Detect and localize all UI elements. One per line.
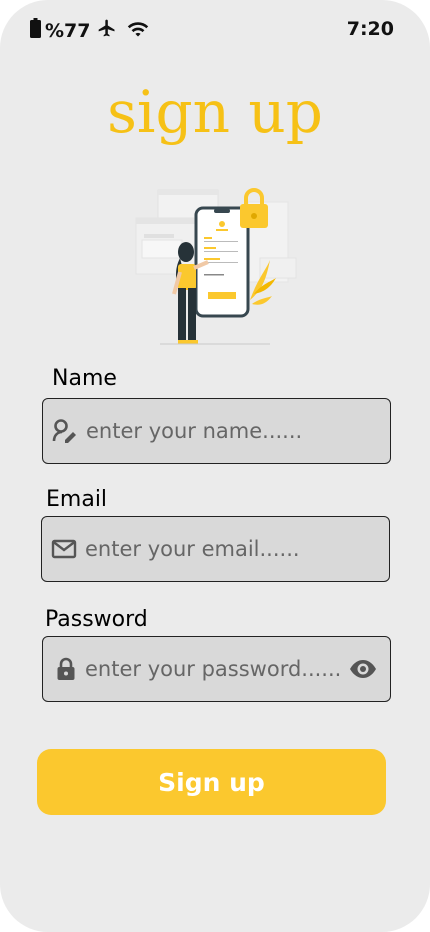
user-edit-icon: [52, 418, 78, 444]
sign-up-button[interactable]: Sign up: [37, 749, 386, 815]
eye-icon[interactable]: [348, 656, 378, 682]
airplane-icon: [96, 18, 118, 43]
page-title: sign up: [107, 78, 323, 146]
email-label: Email: [46, 487, 108, 512]
mail-icon: [51, 536, 77, 562]
signup-illustration: [130, 182, 305, 350]
wifi-icon: [126, 18, 150, 43]
name-field[interactable]: [42, 398, 391, 464]
status-bar: %77 7:20: [0, 0, 430, 60]
name-label: Name: [52, 366, 117, 391]
phone-screen: %77 7:20 sign up Name enter your name...…: [0, 0, 430, 932]
password-field[interactable]: [42, 636, 391, 702]
status-left: %77: [30, 18, 150, 43]
status-time: 7:20: [346, 18, 394, 40]
email-field[interactable]: [41, 516, 390, 582]
email-input[interactable]: [85, 537, 389, 561]
lock-icon: [53, 656, 79, 682]
password-input[interactable]: [85, 657, 348, 681]
name-input[interactable]: [86, 419, 390, 443]
password-label: Password: [45, 607, 148, 632]
battery-percent: %77: [45, 19, 91, 42]
battery-icon: [30, 18, 41, 43]
